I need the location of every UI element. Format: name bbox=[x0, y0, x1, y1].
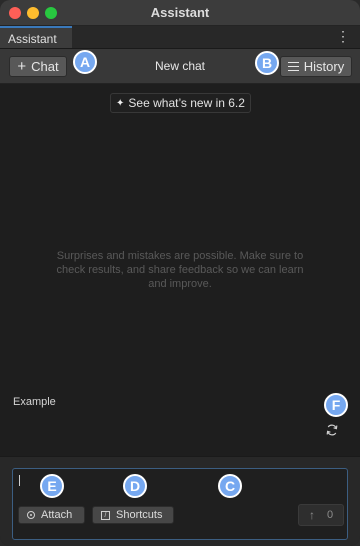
refresh-icon[interactable] bbox=[325, 423, 339, 437]
title-bar: Assistant bbox=[0, 0, 360, 26]
callout-badge-c: C bbox=[218, 474, 242, 498]
whats-new-label: See what’s new in 6.2 bbox=[128, 96, 245, 110]
shortcuts-label: Shortcuts bbox=[116, 509, 163, 521]
callout-badge-e: E bbox=[40, 474, 64, 498]
slash-command-icon: / bbox=[101, 510, 110, 520]
kebab-menu-icon[interactable]: ⋮ bbox=[336, 29, 350, 43]
sparkle-icon: ✦ bbox=[116, 97, 125, 109]
attach-button[interactable]: Attach bbox=[18, 506, 85, 524]
window-title: Assistant bbox=[150, 5, 210, 20]
send-button[interactable]: ↑ 0 bbox=[298, 504, 344, 526]
callout-badge-a: A bbox=[73, 50, 97, 74]
hamburger-icon bbox=[287, 62, 299, 71]
tab-strip: Assistant ⋮ bbox=[0, 26, 360, 49]
attach-icon bbox=[27, 511, 35, 519]
tab-assistant[interactable]: Assistant bbox=[0, 26, 72, 48]
history-label: History bbox=[303, 59, 345, 74]
send-count: 0 bbox=[326, 509, 334, 521]
up-arrow-icon: ↑ bbox=[308, 508, 315, 522]
example-label: Example bbox=[13, 396, 56, 408]
callout-badge-b: B bbox=[255, 51, 279, 75]
conversation-area: ✦ See what’s new in 6.2 Surprises and mi… bbox=[0, 84, 360, 456]
text-caret bbox=[19, 475, 20, 486]
prompt-box[interactable] bbox=[12, 468, 348, 540]
disclaimer-text: Surprises and mistakes are possible. Mak… bbox=[56, 250, 304, 290]
attach-label: Attach bbox=[41, 509, 73, 521]
history-button[interactable]: History bbox=[280, 56, 352, 77]
callout-badge-f: F bbox=[324, 393, 348, 417]
assistant-window: Assistant Assistant ⋮ + Chat New chat Hi… bbox=[0, 0, 360, 546]
prompt-section bbox=[0, 456, 360, 546]
callout-badge-d: D bbox=[123, 474, 147, 498]
whats-new-button[interactable]: ✦ See what’s new in 6.2 bbox=[110, 93, 251, 113]
chat-toolbar: + Chat New chat History bbox=[0, 49, 360, 84]
shortcuts-button[interactable]: / Shortcuts bbox=[92, 506, 174, 524]
